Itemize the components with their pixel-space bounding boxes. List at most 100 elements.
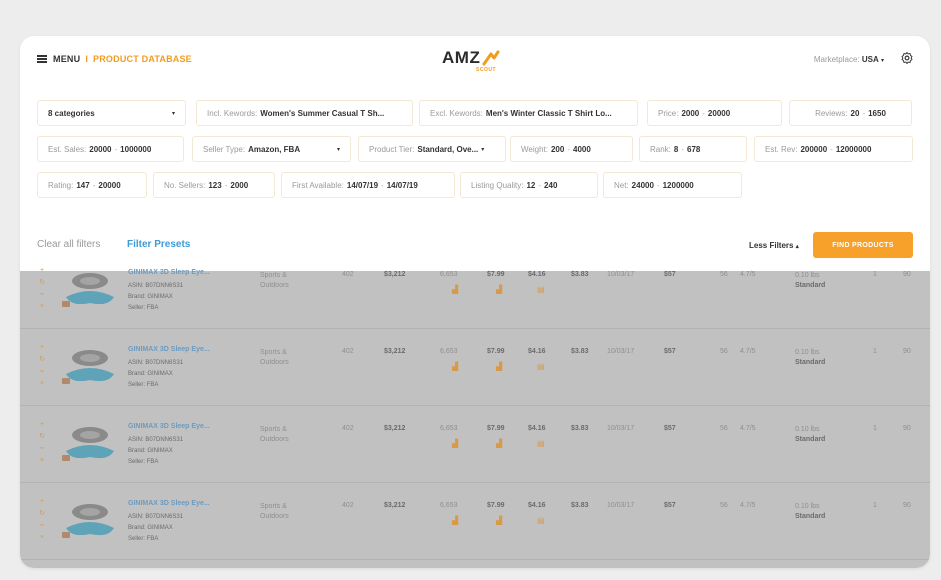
sales-range-field[interactable]: Est. Sales: 20000 - 1000000 — [37, 136, 184, 162]
marketplace-value: USA — [861, 55, 879, 64]
chevron-down-icon: ▾ — [336, 146, 340, 153]
remove-icon[interactable]: × — [38, 301, 46, 313]
exclude-keywords-field[interactable]: Excl. Kewords: Men's Winter Classic T Sh… — [419, 100, 638, 126]
sales-cell: 6,653 — [440, 502, 458, 509]
bar-chart-icon[interactable]: ▟ — [496, 516, 502, 525]
document-icon[interactable]: ▤ — [537, 439, 545, 448]
add-icon[interactable]: + — [38, 496, 46, 508]
weight-cell: 0.10 lbs Standard — [795, 425, 825, 445]
bar-chart-icon[interactable]: ▟ — [496, 439, 502, 448]
chart-icon[interactable]: ⌁ — [38, 520, 46, 532]
brand-value: GINIMAX — [147, 525, 173, 531]
chart-icon[interactable]: ⌁ — [38, 289, 46, 301]
menu-button[interactable]: MENU I PRODUCT DATABASE — [37, 54, 192, 64]
sellers-range-field[interactable]: No. Sellers: 123 - 2000 — [153, 172, 275, 198]
score-cell: 90 — [903, 425, 911, 432]
table-row[interactable]: + ↻ ⌁ × GINIMAX 3D Sleep Eye... ASIN: B07DNN6… — [20, 251, 930, 329]
listing-quality-field[interactable]: Listing Quality: 12 - 240 — [460, 172, 598, 198]
chart-icon[interactable]: ⌁ — [38, 443, 46, 455]
category-cell: Sports & Outdoors — [260, 348, 289, 368]
include-keywords-field[interactable]: Incl. Kewords: Women's Summer Casual T S… — [196, 100, 413, 126]
range-dash: - — [567, 144, 571, 154]
bar-chart-icon[interactable]: ▟ — [452, 285, 458, 294]
first-available-from: 14/07/19 — [346, 180, 379, 190]
first-available-field[interactable]: First Available: 14/07/19 - 14/07/19 — [281, 172, 455, 198]
bar-chart-icon[interactable]: ▟ — [496, 285, 502, 294]
remove-icon[interactable]: × — [38, 455, 46, 467]
revenue-max: 12000000 — [835, 144, 872, 154]
product-meta: ASIN: B07DNN6S31 Brand: GINIMAX Seller: FB… — [128, 281, 183, 314]
bar-chart-icon[interactable]: ▟ — [452, 362, 458, 371]
range-dash: - — [538, 180, 542, 190]
bar-chart-icon[interactable]: ▟ — [452, 439, 458, 448]
price-cell: $7.99 — [487, 348, 505, 355]
marketplace-select[interactable]: Marketplace: USA ▾ — [814, 55, 884, 64]
rank-range-field[interactable]: Rank: 8 - 678 — [639, 136, 747, 162]
rating-range-field[interactable]: Rating: 147 - 20000 — [37, 172, 147, 198]
sales-cell: 6,653 — [440, 348, 458, 355]
brand-label: Brand: — [128, 525, 146, 531]
product-title-link[interactable]: GINIMAX 3D Sleep Eye... — [128, 500, 210, 507]
price-range-field[interactable]: Price: 2000 - 20000 — [647, 100, 782, 126]
seller-value: FBA — [146, 382, 159, 388]
weight-max: 4000 — [573, 144, 591, 154]
table-row[interactable]: + ↻ ⌁ × GINIMAX 3D Sleep Eye... ASIN: B07DNN6… — [20, 328, 930, 406]
marketplace-label: Marketplace: — [813, 55, 860, 64]
asin-value: B07DNN6S31 — [145, 514, 184, 520]
less-filters-label: Less Filters — [749, 241, 794, 250]
category-cell: Sports & Outdoors — [260, 425, 289, 445]
add-icon[interactable]: + — [38, 419, 46, 431]
add-icon[interactable]: + — [38, 265, 46, 277]
product-title-link[interactable]: GINIMAX 3D Sleep Eye... — [128, 346, 210, 353]
remove-icon[interactable]: × — [38, 532, 46, 544]
product-tier-select[interactable]: Product Tier: Standard, Ove... ▾ — [358, 136, 506, 162]
score-cell: 90 — [903, 271, 911, 278]
document-icon[interactable]: ▤ — [537, 362, 545, 371]
document-icon[interactable]: ▤ — [537, 285, 545, 294]
refresh-icon[interactable]: ↻ — [38, 354, 46, 366]
date-cell: 10/03/17 — [607, 271, 635, 278]
product-title-link[interactable]: GINIMAX 3D Sleep Eye... — [128, 269, 210, 276]
categories-select[interactable]: 8 categories ▾ — [37, 100, 186, 126]
chart-icon[interactable]: ⌁ — [38, 366, 46, 378]
breadcrumb[interactable]: PRODUCT DATABASE — [93, 54, 192, 64]
chevron-down-icon: ▾ — [481, 146, 485, 153]
remove-icon[interactable]: × — [38, 378, 46, 390]
refresh-icon[interactable]: ↻ — [38, 277, 46, 289]
rating-max: 20000 — [98, 180, 121, 190]
main-card: MENU I PRODUCT DATABASE AMZ SCOUT Market… — [20, 36, 930, 568]
logo[interactable]: AMZ SCOUT — [442, 48, 512, 74]
row-controls: + ↻ ⌁ × — [38, 342, 46, 390]
refresh-icon[interactable]: ↻ — [38, 508, 46, 520]
weight-range-field[interactable]: Weight: 200 - 4000 — [510, 136, 633, 162]
revenue-cell: $3,212 — [384, 502, 406, 509]
filter-presets-link[interactable]: Filter Presets — [127, 239, 190, 250]
fees-cell: $4.16 — [528, 502, 546, 509]
seller-type-select[interactable]: Seller Type: Amazon, FBA ▾ — [192, 136, 351, 162]
logo-text: AMZ — [442, 48, 481, 67]
less-filters-toggle[interactable]: Less Filters ▴ — [749, 241, 799, 250]
add-icon[interactable]: + — [38, 342, 46, 354]
table-row[interactable]: + ↻ ⌁ × GINIMAX 3D Sleep Eye... ASIN: B07DNN6… — [20, 482, 930, 560]
net-range-field[interactable]: Net: 24000 - 1200000 — [603, 172, 742, 198]
reviews-max: 1650 — [868, 108, 886, 118]
range-dash: - — [862, 108, 866, 118]
revenue-range-field[interactable]: Est. Rev: 200000 - 12000000 — [754, 136, 913, 162]
fees-cell: $4.16 — [528, 425, 546, 432]
chevron-down-icon: ▾ — [880, 58, 884, 64]
product-title-link[interactable]: GINIMAX 3D Sleep Eye... — [128, 423, 210, 430]
refresh-icon[interactable]: ↻ — [38, 431, 46, 443]
weight-value: 0.10 lbs — [795, 503, 820, 510]
table-row[interactable]: + ↻ ⌁ × GINIMAX 3D Sleep Eye... ASIN: B07DNN6… — [20, 405, 930, 483]
brand-value: GINIMAX — [147, 448, 173, 454]
bar-chart-icon[interactable]: ▟ — [496, 362, 502, 371]
rank-cell: 402 — [342, 348, 354, 355]
weight-cell: 0.10 lbs Standard — [795, 271, 825, 291]
document-icon[interactable]: ▤ — [537, 516, 545, 525]
brand-value: GINIMAX — [147, 371, 173, 377]
reviews-range-field[interactable]: Reviews: 20 - 1650 — [789, 100, 912, 126]
bar-chart-icon[interactable]: ▟ — [452, 516, 458, 525]
clear-filters-link[interactable]: Clear all filters — [37, 239, 100, 250]
gear-icon[interactable] — [900, 51, 914, 65]
exclude-keywords-value: Men's Winter Classic T Shirt Lo... — [485, 108, 612, 118]
